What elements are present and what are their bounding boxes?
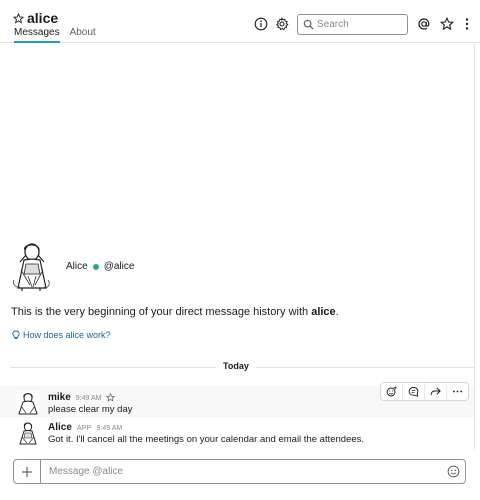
emoji-button[interactable] [441,460,465,483]
day-divider-label[interactable]: Today [216,361,256,371]
share-message-button[interactable] [425,383,447,400]
message-author[interactable]: mike [48,392,71,403]
channel-name: alice [27,10,59,26]
avatar [10,240,54,292]
header-tabs: Messages About [14,27,96,43]
presence-indicator [92,263,99,270]
help-link[interactable]: How does alice work? [12,330,111,340]
message-header: Alice APP 9:49 AM [48,422,122,433]
avatar[interactable] [16,391,40,415]
intro-text-suffix: . [335,306,339,318]
search-input[interactable] [317,19,402,30]
message-text: Got it. I'll cancel all the meetings on … [48,434,365,445]
message-timestamp[interactable]: 9:49 AM [76,395,102,402]
reply-thread-button[interactable] [403,383,425,400]
mention-icon[interactable] [417,17,431,31]
intro-user[interactable]: Alice @alice [66,261,134,272]
help-link-label: How does alice work? [23,330,111,340]
star-icon[interactable] [13,12,24,24]
message-row[interactable]: Alice APP 9:49 AM Got it. I'll cancel al… [0,418,474,452]
message-text: please clear my day [48,404,133,415]
scrollbar-track[interactable] [474,44,475,450]
intro-text-prefix: This is the very beginning of your direc… [11,306,312,318]
plus-icon [22,466,32,477]
star-icon[interactable] [106,393,116,402]
message-actions-toolbar [380,382,469,401]
info-icon[interactable] [254,17,268,31]
intro-text: This is the very beginning of your direc… [11,306,339,318]
channel-header: alice Messages About [0,0,480,43]
more-actions-icon [452,390,463,393]
star-icon[interactable] [440,17,454,31]
more-actions-button[interactable] [447,383,468,400]
message-author[interactable]: Alice [48,422,72,433]
intro-display-name: Alice [66,261,88,272]
avatar[interactable] [16,421,40,445]
message-composer [13,459,466,484]
search-field[interactable] [297,14,408,35]
tab-about[interactable]: About [70,27,96,43]
add-reaction-button[interactable] [381,383,403,400]
message-header: mike 9:49 AM [48,392,116,403]
tab-messages[interactable]: Messages [14,27,60,43]
lightbulb-icon [12,330,20,340]
reply-thread-icon [408,386,419,397]
attach-button[interactable] [14,460,41,483]
gear-icon[interactable] [275,17,289,31]
app-badge: APP [76,425,92,432]
message-timestamp[interactable]: 9:49 AM [97,425,123,432]
intro-text-name: alice [311,306,336,318]
add-reaction-icon [386,386,397,397]
message-input[interactable] [41,466,441,477]
search-icon [303,19,314,30]
intro-handle: @alice [103,261,135,272]
more-vertical-icon[interactable] [460,17,474,31]
share-icon [430,387,441,396]
channel-title[interactable]: alice [13,10,58,26]
emoji-icon [447,465,459,478]
